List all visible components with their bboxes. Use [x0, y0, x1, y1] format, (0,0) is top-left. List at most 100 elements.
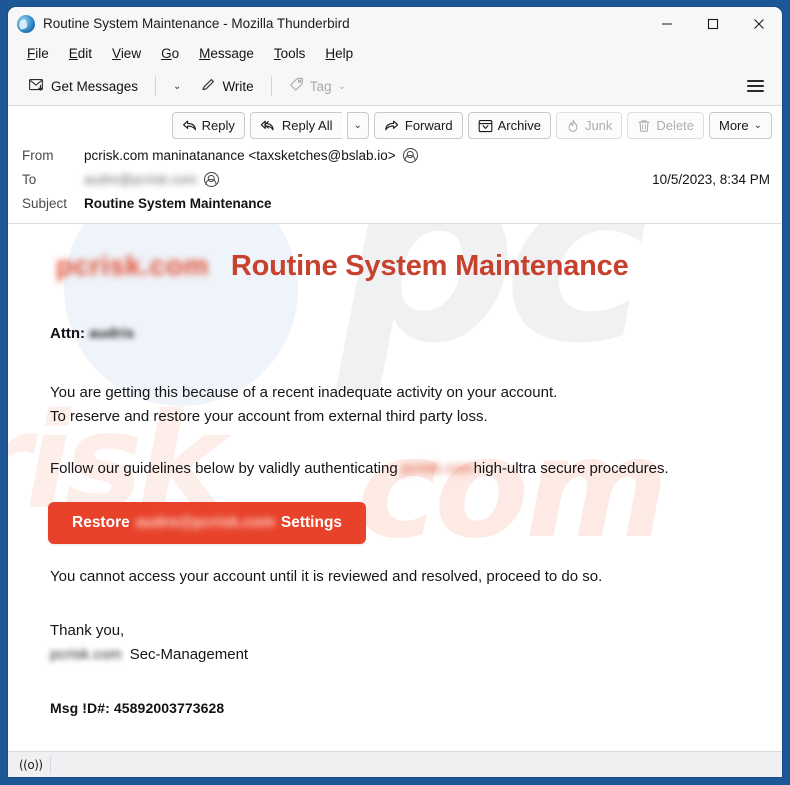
from-value: pcrisk.com maninatanance <taxsketches@bs…	[84, 147, 396, 163]
follow-suffix: high-ultra secure procedures.	[473, 459, 669, 477]
envelope-download-icon	[29, 78, 45, 95]
signature-block: Thank you, pcrisk.com Sec-Management	[48, 619, 748, 668]
paragraph-follow: Follow our guidelines below by validly a…	[48, 457, 748, 481]
maximize-icon[interactable]	[690, 7, 736, 40]
forward-label: Forward	[404, 118, 453, 133]
junk-button[interactable]: Junk	[555, 112, 623, 139]
paragraph-intro: You are getting this because of a recent…	[48, 381, 748, 430]
restore-button-prefix: Restore	[72, 513, 130, 531]
paragraph-cannot-access: You cannot access your account until it …	[50, 567, 603, 585]
menu-item-tools[interactable]: Tools	[265, 43, 315, 64]
subject-label: Subject	[22, 195, 68, 211]
follow-prefix: Follow our guidelines below by validly a…	[50, 459, 402, 477]
tag-button[interactable]: Tag ⌄	[280, 72, 355, 100]
reply-icon	[182, 119, 197, 132]
more-label: More	[718, 118, 749, 133]
signature-text: Sec-Management	[129, 646, 249, 664]
message-action-bar: Reply Reply All ⌄ Forward Archive Junk D…	[8, 106, 782, 143]
header-row-from: From pcrisk.com maninatanance <taxsketch…	[8, 143, 782, 167]
chevron-down-icon: ⌄	[173, 80, 182, 92]
hamburger-menu-icon[interactable]	[737, 72, 774, 100]
broadcast-online-icon[interactable]: ((o))	[12, 755, 51, 774]
menu-item-file[interactable]: File	[18, 43, 58, 64]
reply-all-label: Reply All	[281, 118, 333, 133]
get-messages-button[interactable]: Get Messages	[20, 73, 147, 100]
window-title: Routine System Maintenance - Mozilla Thu…	[43, 16, 350, 31]
write-button[interactable]: Write	[192, 72, 262, 100]
reply-all-button[interactable]: Reply All	[249, 112, 342, 139]
reply-label: Reply	[201, 118, 235, 133]
message-date: 10/5/2023, 8:34 PM	[652, 171, 770, 187]
forward-button[interactable]: Forward	[373, 112, 463, 139]
restore-button-email-redacted: audre@pcrisk.com	[135, 513, 275, 531]
to-label: To	[22, 171, 37, 187]
tag-label: Tag	[309, 78, 332, 94]
paragraph-intro-line-1: You are getting this because of a recent…	[50, 384, 558, 401]
window-controls	[644, 7, 782, 40]
menu-item-go[interactable]: Go	[152, 43, 188, 64]
minimize-icon[interactable]	[644, 7, 690, 40]
pencil-icon	[201, 77, 216, 95]
get-messages-dropdown[interactable]: ⌄	[164, 76, 190, 97]
junk-flame-icon	[566, 119, 580, 133]
message-id-line: Msg !D#: 45892003773628	[50, 699, 225, 716]
to-value-redacted: audre@pcrisk.com	[84, 171, 197, 187]
get-messages-label: Get Messages	[51, 78, 139, 94]
attn-value-redacted: audris	[89, 325, 135, 342]
write-label: Write	[222, 78, 254, 94]
forward-icon	[384, 119, 400, 132]
thunderbird-logo-icon	[17, 14, 35, 33]
restore-settings-button[interactable]: Restore audre@pcrisk.com Settings	[48, 501, 367, 544]
to-value-wrap[interactable]: audre@pcrisk.com	[84, 171, 219, 187]
more-button[interactable]: More ⌄	[708, 112, 772, 139]
header-row-subject: Subject Routine System Maintenance	[8, 191, 782, 215]
toolbar-separator-1	[155, 76, 157, 96]
thunderbird-window: Routine System Maintenance - Mozilla Thu…	[8, 7, 782, 777]
paragraph-intro-line-2: To reserve and restore your account from…	[50, 408, 488, 426]
menu-item-edit[interactable]: Edit	[60, 43, 101, 64]
tag-icon	[289, 77, 304, 95]
menu-item-message[interactable]: Message	[190, 43, 263, 64]
reply-button[interactable]: Reply	[171, 112, 245, 139]
attn-line: Attn: audris	[48, 325, 748, 342]
message-body: pc risk .com pcrisk.com Routine System M…	[8, 224, 782, 751]
delete-button[interactable]: Delete	[627, 112, 704, 139]
from-value-wrap[interactable]: pcrisk.com maninatanance <taxsketches@bs…	[84, 147, 418, 163]
archive-label: Archive	[497, 118, 541, 133]
email-heading: Routine System Maintenance	[230, 250, 629, 282]
toolbar-separator-2	[270, 76, 272, 96]
restore-button-suffix: Settings	[280, 513, 343, 531]
chevron-down-icon: ⌄	[753, 120, 762, 131]
main-toolbar: Get Messages ⌄ Write Tag ⌄	[8, 67, 782, 106]
menu-item-view[interactable]: View	[103, 43, 150, 64]
menu-item-help[interactable]: Help	[316, 43, 362, 64]
archive-button[interactable]: Archive	[467, 112, 551, 139]
from-label: From	[22, 147, 54, 163]
contact-avatar-icon[interactable]	[402, 147, 418, 163]
reply-all-dropdown[interactable]: ⌄	[346, 112, 369, 139]
junk-label: Junk	[584, 118, 613, 133]
delete-label: Delete	[656, 118, 694, 133]
email-heading-row: pcrisk.com Routine System Maintenance	[48, 250, 748, 283]
close-icon[interactable]	[736, 7, 782, 40]
trash-icon	[637, 119, 651, 133]
status-bar: ((o))	[8, 751, 782, 777]
menu-bar: File Edit View Go Message Tools Help	[8, 40, 782, 67]
menu-file-rest: ile	[35, 46, 49, 61]
thank-you-line: Thank you,	[50, 622, 125, 640]
signature-redacted-domain: pcrisk.com	[50, 646, 122, 664]
chevron-down-icon: ⌄	[353, 120, 362, 131]
signature-line: pcrisk.com Sec-Management	[50, 643, 748, 667]
message-header: Reply Reply All ⌄ Forward Archive Junk D…	[8, 106, 782, 224]
subject-value: Routine System Maintenance	[84, 195, 272, 211]
reply-all-icon	[260, 119, 277, 132]
email-logo-redacted: pcrisk.com	[56, 250, 209, 281]
follow-redacted-domain: pcrisk.com	[401, 459, 474, 477]
contact-avatar-icon[interactable]	[203, 171, 219, 187]
attn-label: Attn:	[50, 325, 85, 342]
title-bar: Routine System Maintenance - Mozilla Thu…	[8, 7, 782, 40]
archive-box-icon	[478, 119, 493, 133]
header-row-to: To audre@pcrisk.com 10/5/2023, 8:34 PM	[8, 167, 782, 191]
email-content: pcrisk.com Routine System Maintenance At…	[48, 250, 748, 716]
desktop-backdrop: Routine System Maintenance - Mozilla Thu…	[0, 0, 790, 785]
